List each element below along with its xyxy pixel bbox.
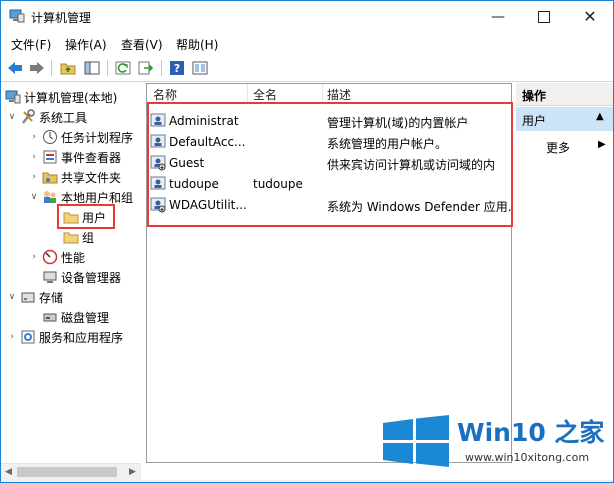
computer-management-icon — [9, 9, 25, 23]
show-hide-tree-button[interactable] — [83, 59, 101, 77]
collapse-icon[interactable]: ∨ — [29, 192, 39, 202]
tree-label-event-viewer: 事件查看器 — [61, 150, 122, 165]
forward-icon — [30, 62, 44, 74]
tree-label-local-users: 本地用户和组 — [61, 190, 134, 205]
collapse-icon[interactable]: ∨ — [7, 292, 17, 302]
scroll-left-icon[interactable]: ◀ — [5, 467, 12, 477]
tree-item-event-viewer[interactable]: › 事件查看器 — [29, 147, 121, 167]
more-actions-link[interactable]: 更多 — [546, 139, 570, 156]
up-folder-icon — [60, 63, 76, 75]
tree-item-system-tools[interactable]: ∨ 系统工具 — [7, 107, 87, 127]
tree-horizontal-scrollbar[interactable]: ◀ ▶ — [1, 463, 141, 481]
performance-icon — [42, 249, 58, 265]
expand-icon[interactable]: › — [29, 152, 39, 162]
properties-button[interactable] — [191, 59, 209, 77]
menu-file[interactable]: 文件(F) — [11, 36, 51, 53]
storage-icon — [21, 292, 35, 303]
tree-item-groups[interactable]: 组 — [63, 227, 94, 247]
maximize-button[interactable] — [521, 1, 567, 32]
services-icon — [21, 330, 35, 344]
highlight-box-users-list — [147, 102, 513, 227]
computer-management-window: 计算机管理 — ✕ 文件(F) 操作(A) 查看(V) 帮助(H) ? 计算机管… — [0, 0, 614, 483]
title-bar[interactable]: 计算机管理 — ✕ — [1, 1, 613, 33]
tree-item-shared-folders[interactable]: › 共享文件夹 — [29, 167, 121, 187]
tree-label-device-manager: 设备管理器 — [61, 270, 122, 285]
tree-item-services[interactable]: › 服务和应用程序 — [7, 327, 123, 347]
tree-label-disk-management: 磁盘管理 — [61, 310, 110, 325]
tools-icon — [22, 109, 35, 124]
help-button[interactable]: ? — [168, 59, 186, 77]
up-folder-button[interactable] — [59, 59, 77, 77]
export-icon — [138, 61, 154, 75]
close-button[interactable]: ✕ — [567, 1, 613, 32]
help-icon: ? — [170, 61, 184, 75]
collapse-icon[interactable]: ∨ — [7, 112, 17, 122]
back-button[interactable] — [6, 59, 24, 77]
window-title: 计算机管理 — [31, 11, 92, 25]
users-group-icon — [44, 191, 56, 203]
menu-action[interactable]: 操作(A) — [65, 36, 107, 53]
windows-logo-icon — [383, 415, 449, 467]
tree-label-groups: 组 — [82, 230, 95, 245]
watermark-logo: Win10 之家 www.win10xitong.com — [381, 411, 611, 473]
navigation-tree: 计算机管理(本地) ∨ 系统工具 › 任务计划程序 › 事件查看器 › 共享文件… — [1, 83, 141, 463]
tree-item-storage[interactable]: ∨ 存储 — [7, 287, 63, 307]
refresh-button[interactable] — [114, 59, 132, 77]
tree-label-storage: 存储 — [39, 290, 64, 305]
menu-view[interactable]: 查看(V) — [121, 36, 163, 53]
tree-label-task-scheduler: 任务计划程序 — [61, 130, 134, 145]
expand-icon[interactable]: › — [7, 332, 17, 342]
highlight-box-users-node — [57, 204, 115, 229]
properties-icon — [192, 61, 208, 75]
tree-label-performance: 性能 — [61, 250, 86, 265]
tree-label-root: 计算机管理(本地) — [24, 90, 118, 105]
minimize-icon: — — [491, 8, 505, 25]
column-header-name[interactable]: 名称 — [153, 86, 177, 103]
column-header-description[interactable]: 描述 — [327, 86, 351, 103]
maximize-icon — [538, 10, 550, 23]
event-viewer-icon — [43, 150, 57, 164]
toolbar: ? — [1, 55, 613, 82]
tree-item-disk-management[interactable]: 磁盘管理 — [42, 307, 109, 327]
tree-label-shared-folders: 共享文件夹 — [61, 170, 122, 185]
back-icon — [8, 62, 22, 74]
expand-icon[interactable]: › — [29, 172, 39, 182]
forward-button[interactable] — [28, 59, 46, 77]
watermark-brand: Win10 之家 — [457, 418, 605, 447]
scrollbar-thumb[interactable] — [17, 467, 117, 477]
shared-folder-icon — [42, 172, 58, 184]
disk-icon — [43, 313, 57, 322]
watermark-url: www.win10xitong.com — [465, 451, 590, 464]
list-header: 名称 全名 描述 — [147, 84, 511, 103]
svg-text:?: ? — [174, 62, 180, 75]
clock-icon — [43, 130, 57, 144]
actions-section-users[interactable]: 用户 ▲ — [516, 107, 613, 131]
tree-item-task-scheduler[interactable]: › 任务计划程序 — [29, 127, 133, 147]
expand-icon[interactable]: › — [29, 252, 39, 262]
menu-help[interactable]: 帮助(H) — [176, 36, 218, 53]
tree-label-system-tools: 系统工具 — [39, 110, 88, 125]
scroll-right-icon[interactable]: ▶ — [129, 467, 136, 477]
show-hide-tree-icon — [84, 61, 100, 75]
actions-title: 操作 — [522, 89, 547, 103]
tree-label-services: 服务和应用程序 — [39, 330, 124, 345]
collapse-up-icon[interactable]: ▲ — [596, 111, 604, 122]
tree-item-device-manager[interactable]: 设备管理器 — [42, 267, 121, 287]
export-button[interactable] — [137, 59, 155, 77]
menu-bar: 文件(F) 操作(A) 查看(V) 帮助(H) — [1, 33, 613, 55]
device-manager-icon — [43, 271, 57, 283]
actions-section-label: 用户 — [522, 114, 547, 128]
chevron-right-icon: ▶ — [598, 139, 606, 150]
close-icon: ✕ — [583, 7, 597, 26]
minimize-button[interactable]: — — [475, 1, 521, 32]
column-header-fullname[interactable]: 全名 — [253, 86, 277, 103]
expand-icon[interactable]: › — [29, 132, 39, 142]
folder-icon — [63, 232, 79, 244]
computer-management-icon — [5, 90, 21, 104]
tree-item-performance[interactable]: › 性能 — [29, 247, 85, 267]
tree-item-root[interactable]: 计算机管理(本地) — [5, 87, 117, 107]
actions-header: 操作 — [516, 83, 613, 106]
refresh-icon — [115, 61, 131, 75]
